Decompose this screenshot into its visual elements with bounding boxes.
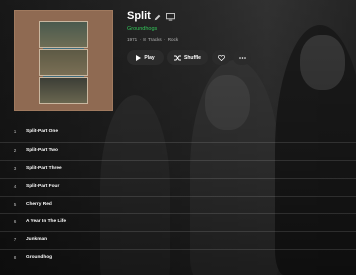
play-label: Play: [144, 54, 155, 61]
track-title: Cherry Red: [26, 201, 52, 207]
album-meta: 1971 · 8 Tracks · Rock: [127, 37, 179, 42]
track-title: Junkman: [26, 237, 48, 243]
track-number: 8: [13, 255, 17, 261]
track-row[interactable]: 7 Junkman: [0, 231, 356, 249]
album-cover[interactable]: [14, 10, 113, 111]
track-title: A Year In The Life: [26, 219, 66, 225]
track-row[interactable]: 4 Split-Part Four: [0, 177, 356, 196]
track-number: 4: [13, 183, 17, 189]
favorite-button[interactable]: [212, 50, 230, 65]
play-button[interactable]: Play: [127, 50, 164, 65]
heart-icon: [217, 54, 225, 61]
pencil-icon[interactable]: [154, 14, 161, 21]
artist-link[interactable]: Groundhogs: [127, 26, 157, 32]
track-number: 6: [13, 219, 17, 225]
track-title: Split-Part One: [26, 129, 58, 134]
track-title: Split-Part Three: [26, 165, 62, 171]
more-button[interactable]: [233, 50, 251, 65]
album-title: Split: [127, 10, 151, 22]
more-icon: [238, 56, 246, 59]
track-row[interactable]: 5 Cherry Red: [0, 195, 356, 214]
track-row[interactable]: 2 Split-Part Two: [0, 141, 356, 160]
shuffle-label: Shuffle: [184, 54, 201, 61]
track-row[interactable]: 6 A Year In The Life: [0, 213, 356, 231]
track-number: 7: [13, 237, 17, 243]
track-list: 1 Split-Part One 2 Split-Part Two 3 Spli…: [0, 124, 356, 267]
shuffle-icon: [174, 55, 182, 60]
track-row[interactable]: 3 Split-Part Three: [0, 159, 356, 178]
shuffle-button[interactable]: Shuffle: [167, 50, 208, 65]
track-title: Groundhog: [26, 255, 53, 261]
track-number: 3: [13, 165, 17, 171]
screen-icon[interactable]: [166, 13, 175, 21]
track-title: Split-Part Two: [26, 147, 58, 153]
track-number: 2: [13, 147, 17, 153]
track-number: 5: [13, 201, 17, 207]
track-number: 1: [13, 129, 17, 134]
track-row[interactable]: 1 Split-Part One: [0, 124, 356, 142]
track-title: Split-Part Four: [26, 183, 60, 189]
track-row[interactable]: 8 Groundhog: [0, 249, 356, 267]
play-icon: [136, 54, 142, 61]
